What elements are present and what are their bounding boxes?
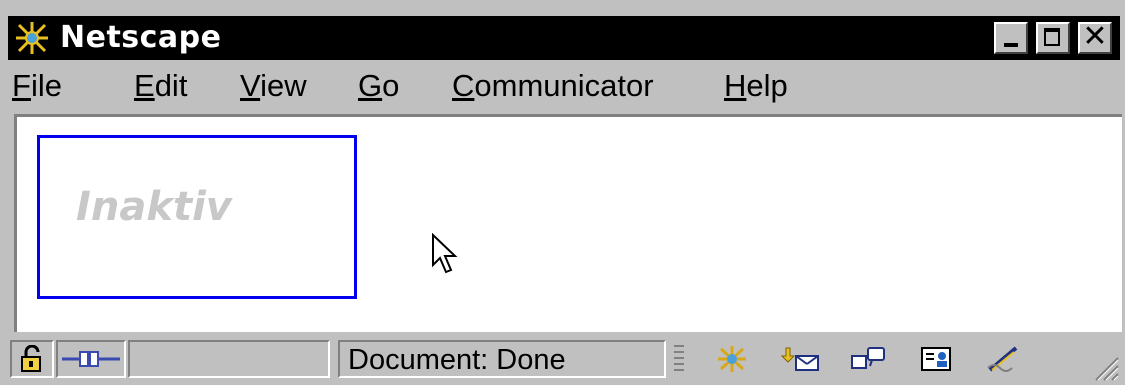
address-book-icon[interactable] [916, 344, 956, 374]
menu-go-mnemonic: G [358, 68, 383, 103]
close-button[interactable]: ✕ [1078, 19, 1112, 54]
menu-help-mnemonic: H [724, 68, 747, 103]
connection-indicator[interactable] [56, 340, 126, 378]
netscape-logo-icon [12, 20, 52, 56]
menu-file-label: ile [30, 68, 62, 103]
content-area[interactable]: Inaktiv [14, 114, 1122, 332]
menu-go[interactable]: Go [358, 68, 399, 104]
menu-file[interactable]: File [12, 68, 62, 104]
title-bar[interactable]: Netscape ✕ [8, 16, 1120, 60]
composer-icon[interactable] [984, 344, 1024, 374]
netscape-window: Netscape ✕ File Edit View Go Communicato… [0, 0, 1125, 385]
minimize-icon [1004, 43, 1018, 47]
minimize-button[interactable] [994, 22, 1028, 54]
menu-edit-label: dit [154, 68, 188, 103]
menu-edit-mnemonic: E [134, 68, 155, 103]
menu-view[interactable]: View [240, 68, 307, 104]
menu-bar: File Edit View Go Communicator Help [8, 62, 1120, 110]
close-icon: ✕ [1082, 19, 1108, 54]
navigator-icon[interactable] [712, 344, 752, 374]
security-indicator[interactable] [10, 340, 54, 378]
window-title: Netscape [60, 20, 222, 55]
status-text: Document: Done [348, 344, 566, 376]
status-bar: Document: Done [8, 336, 1120, 382]
inactive-label: Inaktiv [76, 184, 232, 230]
menu-help-label: elp [746, 68, 788, 103]
menu-communicator[interactable]: Communicator [452, 68, 654, 104]
progress-bar [128, 340, 330, 378]
mailbox-icon[interactable] [780, 344, 820, 374]
menu-communicator-mnemonic: C [452, 68, 475, 103]
menu-view-label: iew [260, 68, 307, 103]
connection-plug-icon [62, 351, 120, 367]
maximize-button[interactable] [1036, 22, 1070, 54]
maximize-icon [1044, 28, 1060, 46]
inactive-link-box[interactable]: Inaktiv [37, 135, 357, 299]
discussions-icon[interactable] [848, 344, 888, 374]
menu-go-label: o [382, 68, 400, 103]
resize-grip-icon[interactable] [1090, 352, 1120, 382]
component-bar-grip-icon[interactable] [672, 342, 686, 376]
status-text-panel: Document: Done [338, 340, 666, 378]
mouse-pointer-icon [432, 233, 458, 274]
menu-edit[interactable]: Edit [134, 68, 187, 104]
menu-file-mnemonic: F [12, 68, 31, 103]
menu-help[interactable]: Help [724, 68, 788, 104]
menu-communicator-label: ommunicator [474, 68, 654, 103]
security-lock-icon [21, 345, 41, 372]
menu-view-mnemonic: V [240, 68, 261, 103]
